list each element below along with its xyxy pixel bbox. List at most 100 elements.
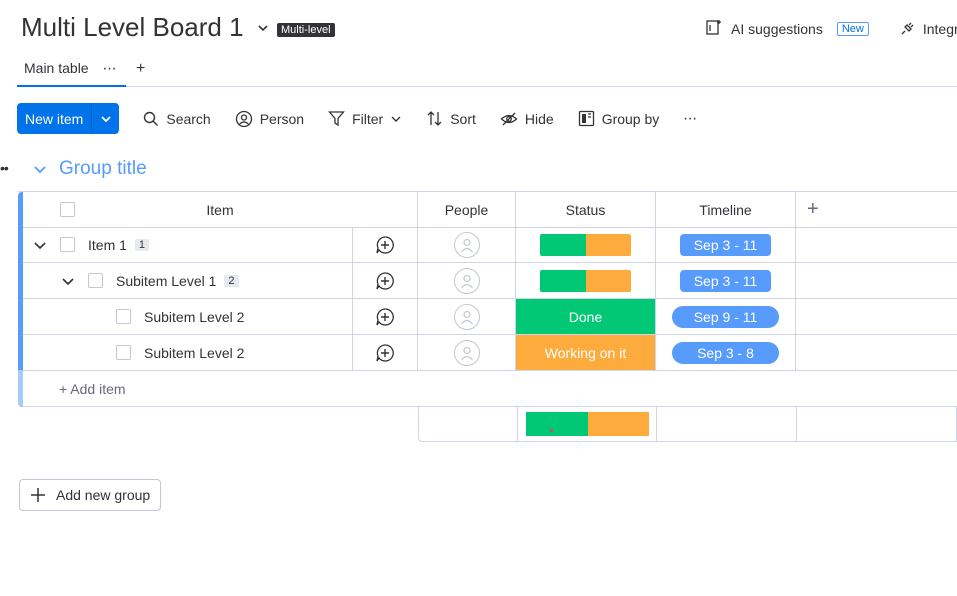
add-new-group-button[interactable]: Add new group [19, 479, 161, 511]
filter-icon [328, 111, 345, 127]
group-by-icon [578, 110, 594, 127]
timeline-cell[interactable]: Sep 9 - 11 [656, 299, 796, 334]
sort-button[interactable]: Sort [426, 110, 476, 127]
add-view-button[interactable]: + [136, 60, 145, 78]
table-header-row: Item People Status Timeline + [23, 192, 957, 228]
chevron-down-icon[interactable] [61, 274, 75, 288]
chevron-down-icon[interactable] [254, 19, 272, 37]
group-summary-row [418, 407, 957, 442]
status-label: Working on it [516, 335, 655, 370]
table-row: Subitem Level 2 Done Sep 9 - 11 [23, 299, 957, 335]
status-label: Done [516, 299, 655, 334]
chevron-down-icon[interactable] [390, 113, 402, 125]
conversation-button[interactable] [353, 263, 418, 298]
filter-label: Filter [352, 110, 384, 127]
search-button[interactable]: Search [143, 110, 211, 127]
people-cell[interactable] [418, 263, 516, 298]
row-checkbox[interactable] [116, 345, 131, 360]
conversation-button[interactable] [353, 335, 418, 370]
group-by-label: Group by [601, 110, 660, 127]
people-cell[interactable] [418, 299, 516, 334]
item-name: Item 1 [88, 236, 127, 253]
new-item-dropdown-icon[interactable] [92, 103, 119, 134]
add-update-icon [376, 271, 394, 290]
status-cell[interactable]: Done [516, 299, 656, 334]
status-summary-cell[interactable] [517, 407, 657, 441]
select-all-checkbox[interactable] [60, 202, 75, 217]
new-item-button[interactable]: New item [17, 103, 93, 134]
timeline-cell[interactable]: Sep 3 - 11 [656, 227, 796, 262]
person-icon [235, 110, 252, 127]
add-column-icon: + [807, 198, 819, 220]
timeline-pill: Sep 9 - 11 [672, 305, 779, 328]
add-column-button[interactable]: + [796, 192, 957, 227]
multi-level-badge: Multi-level [277, 23, 335, 37]
timeline-cell[interactable]: Sep 3 - 8 [656, 335, 796, 370]
group-header[interactable]: Group title [33, 158, 147, 180]
conversation-button[interactable] [353, 227, 418, 262]
eye-hidden-icon [500, 112, 518, 125]
person-filter-button[interactable]: Person [235, 110, 304, 128]
view-tabs: Main table ⋯ + [17, 58, 957, 87]
item-name-cell[interactable]: Subitem Level 2 [23, 335, 353, 370]
ai-suggestions-icon [705, 18, 723, 39]
group-title[interactable]: Group title [59, 158, 147, 180]
board-title[interactable]: Multi Level Board 1 [21, 12, 272, 43]
tab-main-table-label: Main table [24, 60, 89, 76]
row-checkbox[interactable] [88, 273, 103, 288]
status-summary-battery [525, 412, 649, 436]
timeline-pill: Sep 3 - 11 [680, 269, 771, 292]
conversation-button[interactable] [353, 299, 418, 334]
table-row: Item 1 1 Sep 3 - 11 [23, 227, 957, 263]
ai-suggestions-button[interactable]: AI suggestions [731, 21, 823, 37]
subitem-count: 2 [224, 274, 239, 287]
column-status-label: Status [565, 201, 606, 218]
timeline-summary-cell [657, 407, 797, 441]
empty-cell [796, 335, 957, 370]
subitem-count: 1 [134, 238, 150, 251]
column-people[interactable]: People [418, 192, 516, 227]
table-row: Subitem Level 1 2 Sep 3 - 11 [23, 263, 957, 299]
column-timeline[interactable]: Timeline [656, 192, 796, 227]
row-checkbox[interactable] [60, 237, 75, 252]
integrate-button[interactable]: Integr [899, 21, 957, 37]
timeline-cell[interactable]: Sep 3 - 11 [656, 263, 796, 298]
people-cell[interactable] [418, 227, 516, 262]
table-row: Subitem Level 2 Working on it Sep 3 - 8 [23, 335, 957, 371]
chevron-down-icon[interactable] [33, 238, 47, 252]
tab-more-icon[interactable]: ⋯ [103, 60, 117, 85]
person-placeholder-icon [453, 339, 480, 366]
more-actions-button[interactable]: ⋯ [683, 110, 697, 127]
tab-main-table[interactable]: Main table ⋯ [17, 58, 126, 87]
group-menu-icon[interactable]: •• [0, 160, 9, 176]
hide-label: Hide [524, 110, 554, 127]
filter-button[interactable]: Filter [328, 110, 402, 127]
group-by-button[interactable]: Group by [578, 110, 660, 127]
more-icon: ⋯ [683, 110, 698, 126]
chevron-down-icon[interactable] [33, 162, 47, 176]
status-cell[interactable]: Working on it [516, 335, 656, 370]
people-cell[interactable] [418, 335, 516, 370]
item-name: Subitem Level 1 [116, 272, 217, 289]
column-status[interactable]: Status [516, 192, 656, 227]
sort-icon [427, 111, 442, 126]
item-name-cell[interactable]: Subitem Level 1 2 [23, 263, 353, 298]
item-name-cell[interactable]: Item 1 1 [23, 227, 353, 262]
add-item-button[interactable]: + Add item [23, 371, 957, 407]
column-item-label: Item [206, 201, 234, 218]
timeline-pill: Sep 3 - 11 [680, 233, 771, 256]
row-checkbox[interactable] [116, 309, 131, 324]
search-label: Search [166, 110, 211, 127]
column-item[interactable]: Item [23, 192, 418, 227]
hide-button[interactable]: Hide [500, 111, 554, 127]
status-battery-cell[interactable] [516, 263, 656, 298]
add-update-icon [376, 235, 394, 254]
status-battery-cell[interactable] [516, 227, 656, 262]
item-name-cell[interactable]: Subitem Level 2 [23, 299, 353, 334]
plug-icon [901, 22, 914, 34]
empty-cell [796, 299, 957, 334]
add-update-icon [376, 343, 394, 362]
add-new-group-label: Add new group [56, 487, 151, 503]
person-label: Person [259, 110, 305, 127]
empty-cell [796, 227, 957, 262]
